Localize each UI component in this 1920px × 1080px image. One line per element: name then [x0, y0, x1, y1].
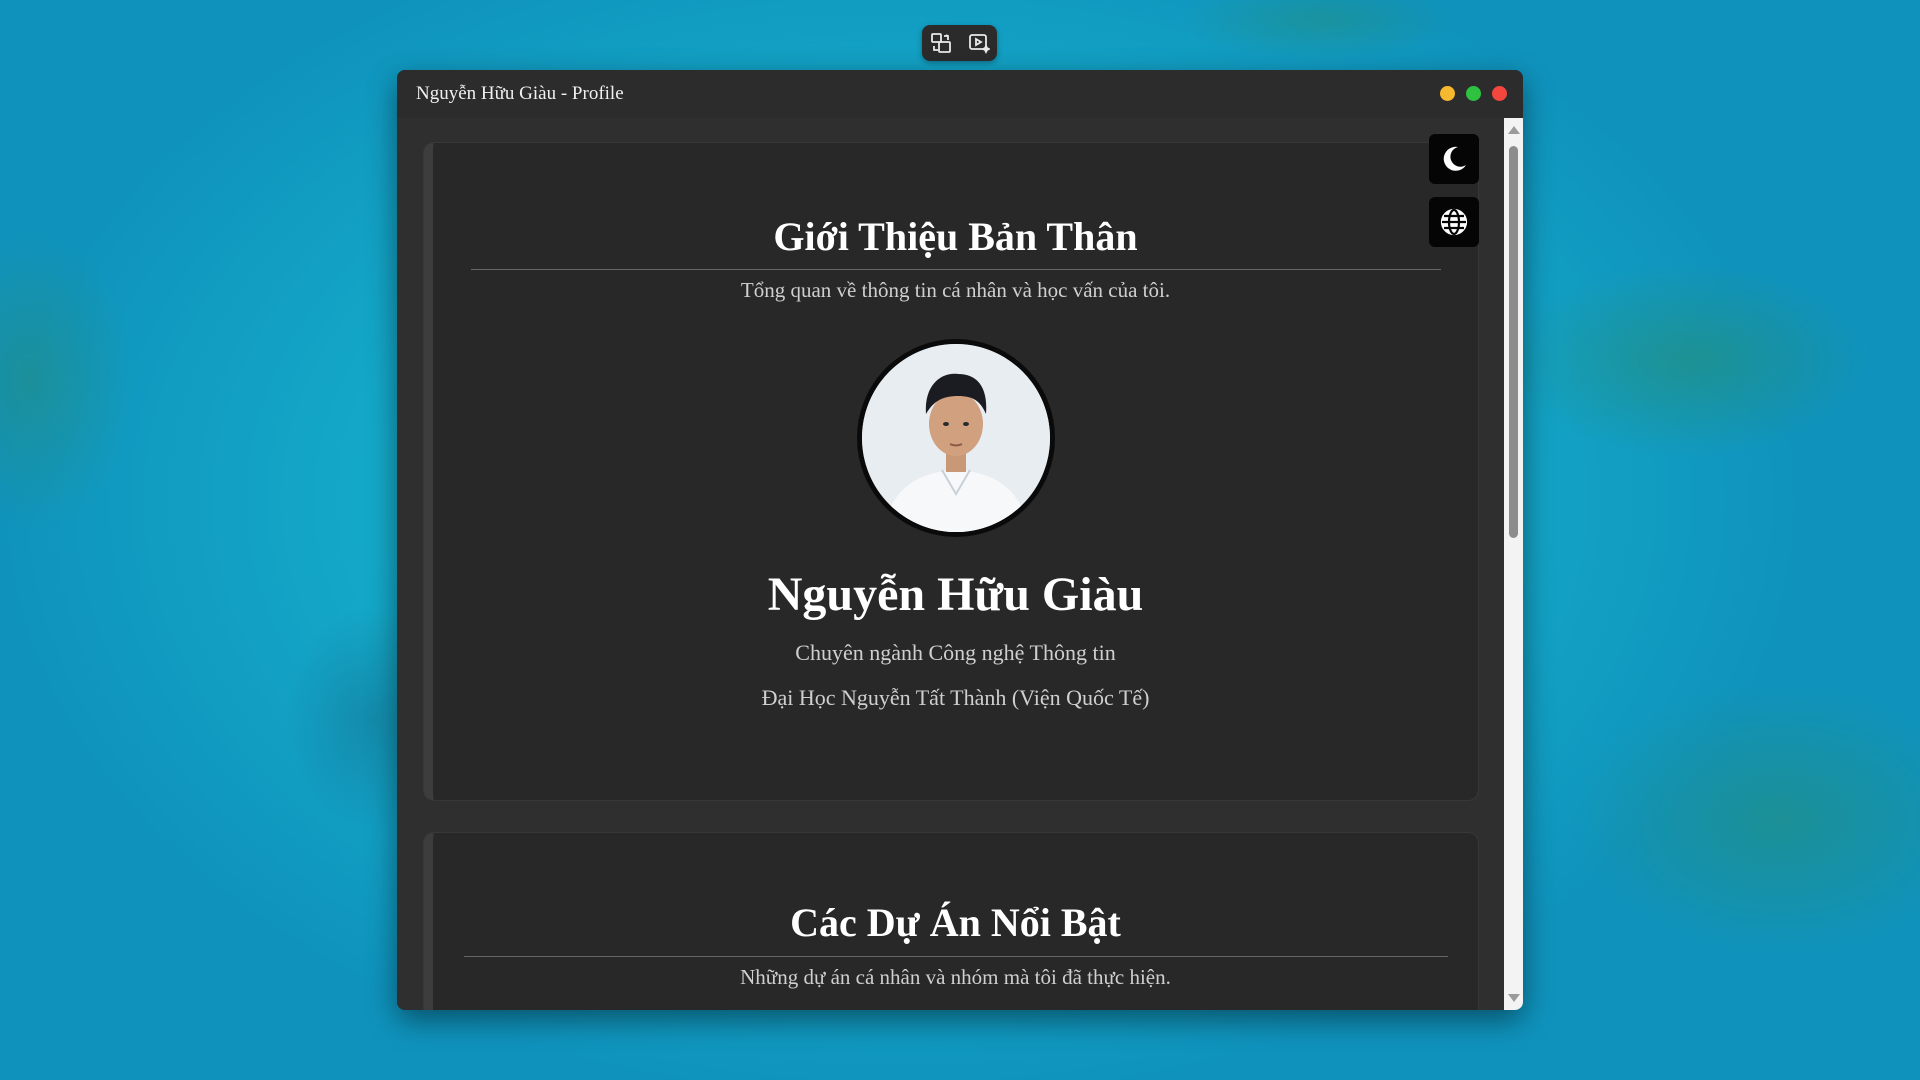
profile-school: Đại Học Nguyễn Tất Thành (Viện Quốc Tế) — [761, 685, 1150, 710]
projects-subtitle: Những dự án cá nhân và nhóm mà tôi đã th… — [740, 965, 1171, 989]
scrollbar-thumb[interactable] — [1509, 146, 1518, 538]
minimize-button[interactable] — [1440, 86, 1455, 101]
close-button[interactable] — [1492, 86, 1507, 101]
window-controls — [1440, 86, 1507, 101]
app-window: Nguyễn Hữu Giàu - Profile Giới Thiệu Bản… — [397, 70, 1523, 1010]
scroll-down-arrow-icon[interactable] — [1508, 994, 1520, 1002]
vertical-scrollbar[interactable] — [1504, 118, 1523, 1010]
profile-major: Chuyên ngành Công nghệ Thông tin — [795, 640, 1116, 665]
screen-record-icon[interactable] — [967, 31, 991, 55]
maximize-button[interactable] — [1466, 86, 1481, 101]
window-title: Nguyễn Hữu Giàu - Profile — [416, 83, 624, 104]
capture-toolbar — [922, 25, 997, 61]
projects-section: Các Dự Án Nổi Bật Những dự án cá nhân và… — [424, 833, 1478, 1010]
profile-name: Nguyễn Hữu Giàu — [767, 568, 1144, 621]
screen-switch-icon[interactable] — [929, 31, 953, 55]
moon-icon — [1443, 146, 1466, 171]
about-subtitle: Tổng quan về thông tin cá nhân và học vấ… — [740, 278, 1171, 302]
language-button[interactable] — [1429, 197, 1479, 247]
theme-toggle-button[interactable] — [1429, 134, 1479, 184]
about-section: Giới Thiệu Bản Thân Tổng quan về thông t… — [424, 143, 1478, 800]
projects-divider — [463, 956, 1448, 957]
scroll-up-arrow-icon[interactable] — [1508, 126, 1520, 134]
projects-heading: Các Dự Án Nổi Bật — [790, 900, 1121, 945]
avatar — [856, 339, 1055, 537]
title-bar: Nguyễn Hữu Giàu - Profile — [397, 70, 1523, 118]
page-content: Giới Thiệu Bản Thân Tổng quan về thông t… — [397, 118, 1504, 1010]
globe-icon — [1440, 208, 1468, 236]
about-divider — [470, 269, 1441, 270]
about-heading: Giới Thiệu Bản Thân — [773, 214, 1138, 259]
